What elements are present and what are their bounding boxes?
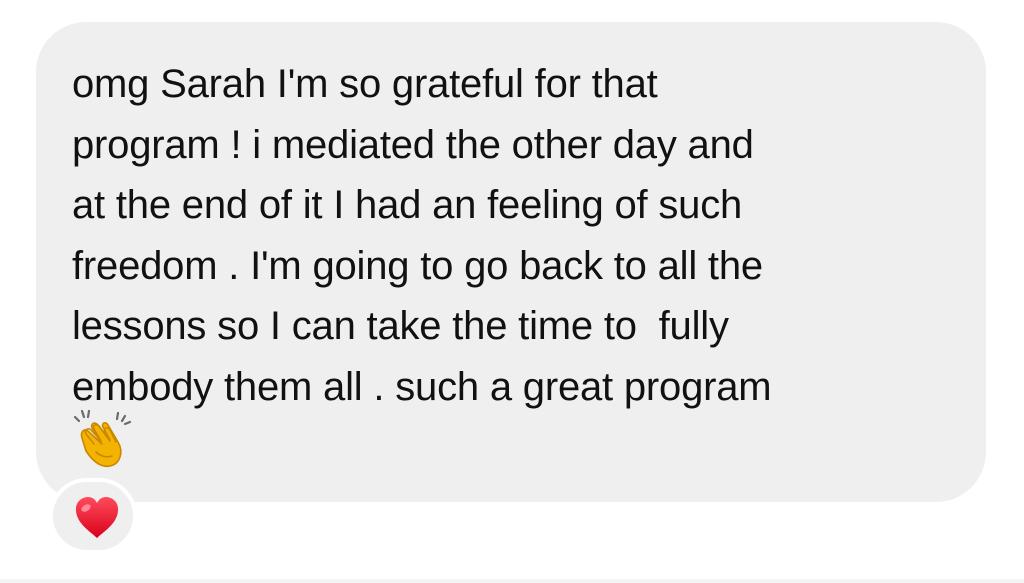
bottom-divider [0, 579, 1024, 583]
red-heart-icon [75, 497, 119, 538]
heart-reaction-badge[interactable] [49, 478, 137, 554]
clapping-hands-icon [73, 409, 132, 468]
message-text: omg Sarah I'm so grateful for that progr… [72, 62, 772, 409]
